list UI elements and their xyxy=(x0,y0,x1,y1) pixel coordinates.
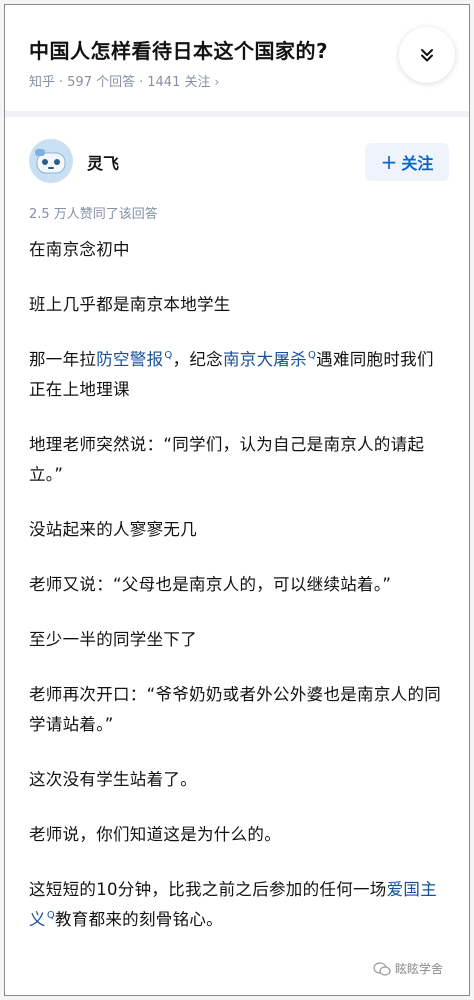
section-divider xyxy=(5,111,469,117)
question-meta[interactable]: 知乎 · 597 个回答 · 1441 关注 › xyxy=(29,71,219,90)
text-span: ，纪念 xyxy=(172,350,223,369)
answer-count: 597 个回答 xyxy=(67,75,136,90)
search-icon[interactable]: Q xyxy=(308,350,316,361)
question-title[interactable]: 中国人怎样看待日本这个国家的? xyxy=(29,35,328,64)
cartoon-avatar-icon xyxy=(29,139,73,183)
follow-label: 关注 xyxy=(401,154,434,173)
plus-icon: + xyxy=(380,150,398,174)
paragraph: 地理老师突然说：“同学们，认为自己是南京人的请起立。” xyxy=(29,435,425,484)
paragraph: 那一年拉防空警报Q，纪念南京大屠杀Q遇难同胞时我们正在上地理课 xyxy=(29,345,449,405)
paragraph: 这短短的10分钟，比我之前之后参加的任何一场爱国主义Q教育都来的刻骨铭心。 xyxy=(29,875,449,935)
collapse-button[interactable] xyxy=(399,27,455,83)
watermark: 眩眩学舍 xyxy=(373,960,443,977)
paragraph: 老师再次开口：“爷爷奶奶或者外公外婆也是南京人的同学请站着。” xyxy=(29,685,442,734)
paragraph: 老师又说：“父母也是南京人的，可以继续站着。” xyxy=(29,575,392,594)
follow-button[interactable]: + 关注 xyxy=(365,143,449,181)
meta-separator: · xyxy=(139,75,144,90)
wechat-icon xyxy=(373,961,391,976)
paragraph: 老师说，你们知道这是为什么的。 xyxy=(29,825,281,844)
paragraph: 至少一半的同学坐下了 xyxy=(29,630,197,649)
platform-name: 知乎 xyxy=(29,75,56,90)
paragraph: 没站起来的人寥寥无几 xyxy=(29,520,197,539)
answer-content: 在南京念初中 班上几乎都是南京本地学生 那一年拉防空警报Q，纪念南京大屠杀Q遇难… xyxy=(29,235,449,960)
question-header: 中国人怎样看待日本这个国家的? 知乎 · 597 个回答 · 1441 关注 › xyxy=(5,5,469,111)
watermark-text: 眩眩学舍 xyxy=(394,962,443,976)
double-chevron-down-icon xyxy=(421,49,433,62)
vote-count: 2.5 万人赞同了该回答 xyxy=(29,207,158,222)
chevron-right-icon: › xyxy=(214,75,220,89)
search-icon[interactable]: Q xyxy=(164,350,172,361)
search-icon[interactable]: Q xyxy=(47,910,55,921)
author-name[interactable]: 灵飞 xyxy=(87,150,119,174)
follower-count: 1441 关注 xyxy=(147,75,211,90)
keyword-link-air-raid-alarm[interactable]: 防空警报 xyxy=(96,350,163,369)
paragraph: 这次没有学生站着了。 xyxy=(29,770,197,789)
answer-frame: 中国人怎样看待日本这个国家的? 知乎 · 597 个回答 · 1441 关注 › 灵飞 xyxy=(4,4,470,996)
paragraph: 在南京念初中 xyxy=(29,240,130,259)
paragraph: 班上几乎都是南京本地学生 xyxy=(29,295,231,314)
meta-separator: · xyxy=(59,75,64,90)
author-row: 灵飞 + 关注 xyxy=(29,139,449,183)
text-span: 教育都来的刻骨铭心。 xyxy=(54,910,223,929)
text-span: 这短短的10分钟，比我之前之后参加的任何一场 xyxy=(29,880,387,899)
author-avatar[interactable] xyxy=(29,139,73,183)
text-span: 那一年拉 xyxy=(29,350,97,369)
keyword-link-nanjing-massacre[interactable]: 南京大屠杀 xyxy=(223,350,307,369)
